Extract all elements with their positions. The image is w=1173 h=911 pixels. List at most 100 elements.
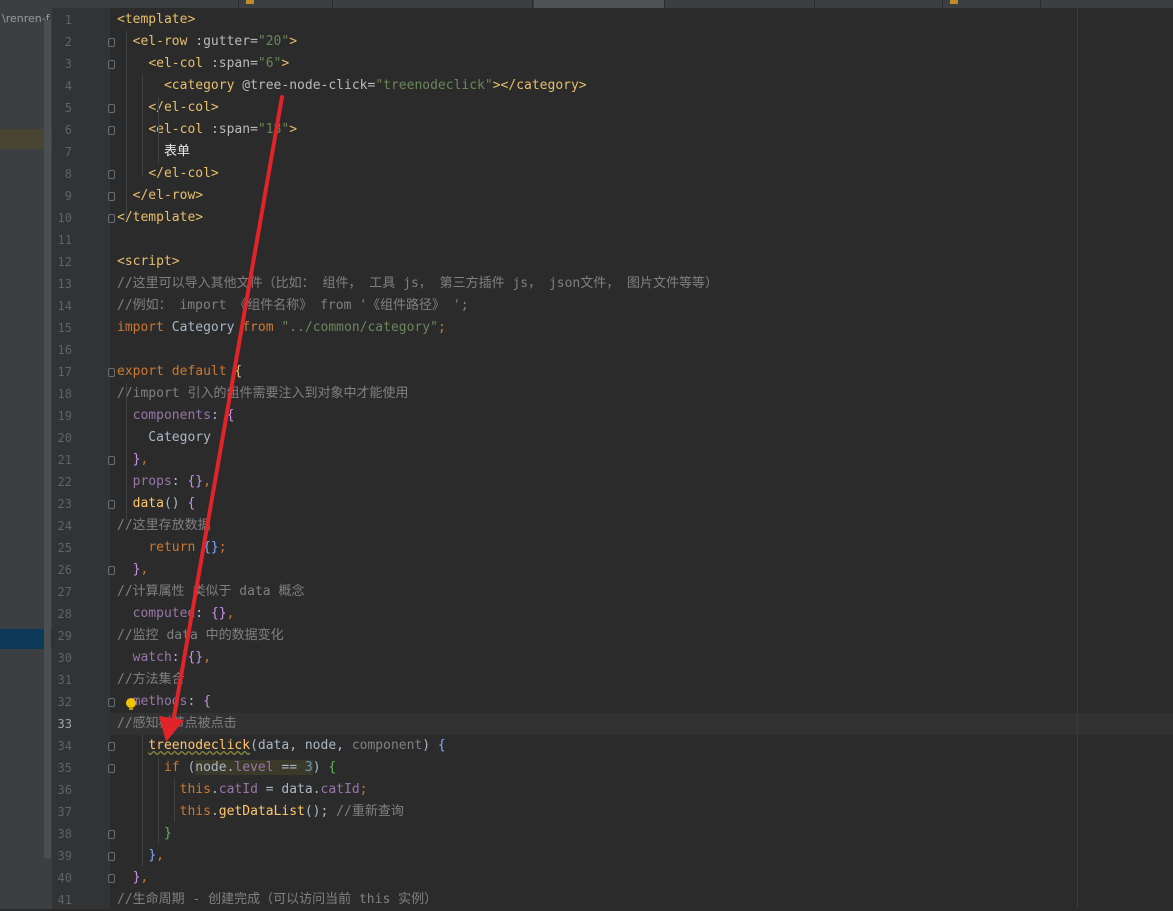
code-line[interactable]: //import 引入的组件需要注入到对象中才能使用 xyxy=(117,383,408,405)
line-number: 5 xyxy=(64,101,72,115)
code-token: level xyxy=(234,760,274,775)
line-number: 27 xyxy=(57,585,72,599)
fold-marker-icon[interactable] xyxy=(108,214,115,223)
fold-marker-icon[interactable] xyxy=(108,368,115,377)
code-line[interactable]: import Category from "../common/category… xyxy=(117,317,446,339)
code-line[interactable]: //计算属性 类似于 data 概念 xyxy=(117,581,304,603)
fold-marker-icon[interactable] xyxy=(108,874,115,883)
editor-tab-active[interactable] xyxy=(534,0,665,8)
code-token: import xyxy=(117,320,172,335)
editor-tab[interactable] xyxy=(1042,0,1173,8)
code-line[interactable]: //生命周期 - 创建完成（可以访问当前 this 实例） xyxy=(117,889,437,911)
editor-tab[interactable] xyxy=(816,0,943,8)
code-token: > xyxy=(289,122,298,137)
code-token: Category xyxy=(117,430,211,445)
fold-marker-icon[interactable] xyxy=(108,170,115,179)
code-line[interactable]: </el-row> xyxy=(117,185,203,207)
fold-marker-icon[interactable] xyxy=(108,742,115,751)
code-token: {} xyxy=(210,606,227,621)
code-line[interactable]: <el-row :gutter="20"> xyxy=(117,31,297,53)
fold-marker-icon[interactable] xyxy=(108,192,115,201)
code-line[interactable]: <el-col :span="18"> xyxy=(117,119,297,141)
fold-marker-icon[interactable] xyxy=(108,456,115,465)
fold-marker-icon[interactable] xyxy=(108,852,115,861)
code-token: ; xyxy=(218,540,227,555)
code-line[interactable]: <category @tree-node-click="treenodeclic… xyxy=(117,75,587,97)
code-line[interactable]: export default { xyxy=(117,361,242,383)
line-number: 8 xyxy=(64,167,72,181)
code-line[interactable]: computed: {}, xyxy=(117,603,235,625)
code-line[interactable]: //例如： import 《组件名称》 from '《组件路径》 '; xyxy=(117,295,469,317)
code-token: <category xyxy=(163,78,243,93)
code-line[interactable]: }, xyxy=(117,449,149,471)
code-token: {} xyxy=(187,650,204,665)
code-line[interactable]: } xyxy=(117,823,172,845)
code-line[interactable]: this.getDataList(); //重新查询 xyxy=(117,801,404,823)
code-token: //例如： import 《组件名称》 from '《组件路径》 '; xyxy=(117,298,469,313)
code-line[interactable]: watch: {}, xyxy=(117,647,211,669)
editor-tab[interactable] xyxy=(944,0,1041,8)
line-number: 37 xyxy=(57,805,72,819)
code-line[interactable]: treenodeclick(data, node, component) { xyxy=(117,735,445,757)
code-line[interactable]: data() { xyxy=(117,493,196,515)
code-token: { xyxy=(226,408,235,423)
code-line[interactable]: //感知树节点被点击 xyxy=(117,713,237,735)
code-token: this xyxy=(179,782,211,797)
editor-tab[interactable] xyxy=(240,0,333,8)
code-line[interactable]: this.catId = data.catId; xyxy=(117,779,368,801)
fold-marker-icon[interactable] xyxy=(108,764,115,773)
fold-marker-icon[interactable] xyxy=(108,38,115,47)
code-token: props xyxy=(132,474,172,489)
fold-marker-icon[interactable] xyxy=(108,500,115,509)
code-line[interactable]: </el-col> xyxy=(117,97,218,119)
code-line[interactable]: Category xyxy=(117,427,211,449)
line-number: 20 xyxy=(57,431,72,445)
code-token: this xyxy=(179,804,211,819)
editor-tab[interactable] xyxy=(60,0,239,8)
code-line[interactable]: //监控 data 中的数据变化 xyxy=(117,625,284,647)
fold-marker-icon[interactable] xyxy=(108,698,115,707)
code-line[interactable]: </template> xyxy=(117,207,203,229)
code-line[interactable]: props: {}, xyxy=(117,471,211,493)
fold-marker-icon[interactable] xyxy=(108,60,115,69)
code-line[interactable]: }, xyxy=(117,845,164,867)
code-token: , xyxy=(140,870,149,885)
code-line[interactable]: <script> xyxy=(117,251,180,273)
fold-marker-icon[interactable] xyxy=(108,104,115,113)
code-line[interactable]: //这里可以导入其他文件（比如： 组件， 工具 js， 第三方插件 js， js… xyxy=(117,273,718,295)
project-tree-panel: \renren-f xyxy=(0,8,52,909)
indent-guide xyxy=(126,31,127,220)
code-token: { xyxy=(328,760,337,775)
line-number: 17 xyxy=(57,365,72,379)
current-line-highlight xyxy=(110,713,1173,735)
code-line[interactable]: components: { xyxy=(117,405,235,427)
code-line[interactable]: //这里存放数据 xyxy=(117,515,211,537)
code-line[interactable]: <template> xyxy=(117,9,195,31)
line-number: 35 xyxy=(57,761,72,775)
code-line[interactable]: //方法集合 xyxy=(117,669,185,691)
fold-marker-icon[interactable] xyxy=(108,126,115,135)
code-token: return xyxy=(148,540,204,555)
code-line[interactable]: 表单 xyxy=(117,141,190,163)
editor-tab[interactable] xyxy=(334,0,533,8)
code-token: Category xyxy=(171,320,243,335)
code-line[interactable]: }, xyxy=(117,559,149,581)
code-line[interactable]: if (node.level == 3) { xyxy=(117,757,336,779)
code-line[interactable]: }, xyxy=(117,867,149,889)
code-line[interactable]: </el-col> xyxy=(117,163,218,185)
code-line[interactable]: <el-col :span="6"> xyxy=(117,53,289,75)
fold-marker-icon[interactable] xyxy=(108,566,115,575)
code-token: ) xyxy=(312,760,329,775)
code-token: </el-row> xyxy=(132,188,204,203)
line-number: 7 xyxy=(64,145,72,159)
editor-tab[interactable] xyxy=(666,0,815,8)
line-number: 12 xyxy=(57,255,72,269)
line-number: 2 xyxy=(64,35,72,49)
line-number: 28 xyxy=(57,607,72,621)
fold-marker-icon[interactable] xyxy=(108,830,115,839)
code-line[interactable]: return {}; xyxy=(117,537,227,559)
project-tree-scrollbar[interactable] xyxy=(44,20,51,858)
